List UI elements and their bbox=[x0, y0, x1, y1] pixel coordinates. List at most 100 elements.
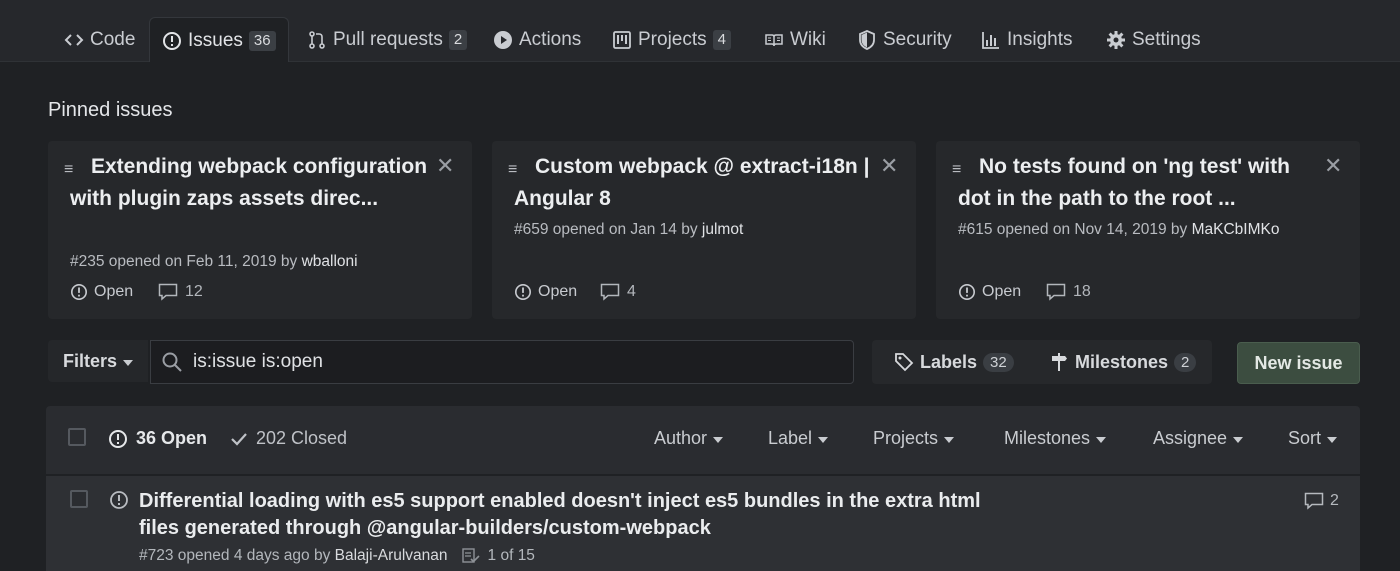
issue-number: #235 bbox=[70, 253, 105, 270]
tab-label: Code bbox=[90, 29, 136, 50]
comment-count[interactable]: 2 bbox=[1304, 492, 1339, 510]
select-all-checkbox[interactable] bbox=[68, 428, 86, 446]
tab-code[interactable]: Code bbox=[64, 17, 135, 63]
milestones-label: Milestones bbox=[1075, 351, 1169, 372]
status-badge: Open bbox=[958, 283, 1021, 301]
issue-author[interactable]: Balaji-Arulvanan bbox=[335, 547, 448, 564]
issue-search-input[interactable]: is:issue is:open bbox=[150, 340, 854, 384]
comment-count-value: 18 bbox=[1073, 283, 1091, 300]
labels-button[interactable]: Labels 32 bbox=[894, 340, 1014, 384]
comment-count-value: 12 bbox=[185, 283, 203, 300]
tag-icon bbox=[895, 353, 914, 372]
tab-settings[interactable]: Settings bbox=[1106, 17, 1201, 63]
chevron-down-icon bbox=[1233, 437, 1244, 443]
comment-icon bbox=[158, 283, 178, 301]
issue-number: #615 bbox=[958, 221, 993, 238]
label-filter-dropdown[interactable]: Label bbox=[768, 428, 829, 449]
filters-dropdown-button[interactable]: Filters bbox=[48, 340, 148, 382]
tab-label: Insights bbox=[1007, 29, 1073, 50]
issue-author[interactable]: wballoni bbox=[302, 253, 358, 270]
shield-icon bbox=[859, 30, 875, 50]
milestones-filter-dropdown[interactable]: Milestones bbox=[1004, 428, 1107, 449]
comment-count[interactable]: 18 bbox=[1046, 283, 1091, 301]
closed-issues-filter[interactable]: 202 Closed bbox=[230, 428, 347, 449]
pull-requests-count-badge: 2 bbox=[448, 30, 468, 50]
filter-label: Label bbox=[768, 428, 813, 448]
labels-count: 32 bbox=[983, 352, 1014, 372]
milestones-button[interactable]: Milestones 2 bbox=[1049, 340, 1197, 384]
comment-count-value: 2 bbox=[1330, 492, 1339, 509]
open-count-label: 36 Open bbox=[136, 428, 208, 448]
projects-count-badge: 4 bbox=[712, 30, 731, 50]
comment-count-value: 4 bbox=[627, 283, 636, 300]
closed-count-label: 202 Closed bbox=[256, 428, 348, 448]
graph-icon bbox=[982, 32, 999, 49]
open-issues-filter[interactable]: 36 Open bbox=[108, 428, 207, 449]
issue-opened-icon bbox=[110, 491, 128, 509]
author-filter-dropdown[interactable]: Author bbox=[654, 428, 724, 449]
code-icon bbox=[64, 34, 84, 46]
play-icon bbox=[494, 31, 512, 49]
new-issue-button[interactable]: New issue bbox=[1237, 342, 1360, 384]
filter-label: Assignee bbox=[1153, 428, 1228, 448]
search-query-value: is:issue is:open bbox=[193, 351, 323, 372]
tab-issues[interactable]: Issues 36 bbox=[149, 17, 289, 63]
issue-opened-icon bbox=[958, 283, 976, 301]
issue-author[interactable]: MaKCbIMKo bbox=[1192, 221, 1280, 238]
chevron-down-icon bbox=[1327, 437, 1338, 443]
assignee-filter-dropdown[interactable]: Assignee bbox=[1153, 428, 1244, 449]
tab-insights[interactable]: Insights bbox=[981, 17, 1072, 63]
tab-security[interactable]: Security bbox=[857, 17, 952, 63]
pinned-issues-heading: Pinned issues bbox=[48, 99, 173, 121]
pinned-issue-title[interactable]: Extending webpack configuration with plu… bbox=[70, 151, 430, 215]
labels-label: Labels bbox=[920, 351, 978, 372]
issue-author[interactable]: julmot bbox=[702, 221, 743, 238]
projects-filter-dropdown[interactable]: Projects bbox=[873, 428, 955, 449]
issues-count-badge: 36 bbox=[248, 30, 276, 51]
chevron-down-icon bbox=[123, 359, 134, 366]
issue-number: #723 bbox=[139, 547, 174, 564]
tab-actions[interactable]: Actions bbox=[493, 17, 581, 63]
project-icon bbox=[613, 31, 631, 49]
unpin-close-icon[interactable]: ✕ bbox=[1324, 153, 1342, 179]
filter-label: Sort bbox=[1288, 428, 1322, 448]
issue-select-checkbox[interactable] bbox=[70, 490, 88, 508]
chevron-down-icon bbox=[818, 437, 829, 443]
comment-icon bbox=[1046, 283, 1066, 301]
opened-text: opened on Nov 14, 2019 by bbox=[996, 221, 1188, 238]
filter-label: Author bbox=[654, 428, 708, 448]
filter-label: Projects bbox=[873, 428, 939, 448]
tab-wiki[interactable]: Wiki bbox=[764, 17, 826, 63]
opened-text: opened 4 days ago by bbox=[177, 547, 331, 564]
tab-label: Actions bbox=[519, 29, 582, 50]
issue-opened-icon bbox=[514, 283, 532, 301]
tab-projects[interactable]: Projects 4 bbox=[612, 17, 731, 63]
chevron-down-icon bbox=[1096, 437, 1107, 443]
pinned-issue-card: ≡ Extending webpack configuration with p… bbox=[48, 141, 472, 319]
status-label: Open bbox=[94, 283, 134, 300]
labels-milestones-group: Labels 32 Milestones 2 bbox=[872, 340, 1212, 384]
milestone-icon bbox=[1052, 353, 1067, 371]
status-label: Open bbox=[538, 283, 578, 300]
comment-count[interactable]: 4 bbox=[600, 283, 636, 301]
unpin-close-icon[interactable]: ✕ bbox=[436, 153, 454, 179]
book-icon bbox=[765, 34, 783, 47]
issue-title-link[interactable]: Differential loading with es5 support en… bbox=[139, 488, 999, 542]
pinned-issue-title[interactable]: No tests found on 'ng test' with dot in … bbox=[958, 151, 1318, 215]
comment-icon bbox=[1304, 492, 1324, 510]
sort-dropdown[interactable]: Sort bbox=[1288, 428, 1338, 449]
tab-label: Security bbox=[883, 29, 952, 50]
status-badge: Open bbox=[70, 283, 133, 301]
git-pull-request-icon bbox=[309, 31, 325, 49]
chevron-down-icon bbox=[713, 437, 724, 443]
tab-label: Projects bbox=[638, 29, 707, 50]
opened-text: opened on Jan 14 by bbox=[552, 221, 698, 238]
status-label: Open bbox=[982, 283, 1022, 300]
pinned-issue-card: ≡ Custom webpack @ extract-i18n | Angula… bbox=[492, 141, 916, 319]
tab-label: Settings bbox=[1132, 29, 1201, 50]
comment-count[interactable]: 12 bbox=[158, 283, 203, 301]
search-icon bbox=[162, 352, 182, 372]
tab-pull-requests[interactable]: Pull requests 2 bbox=[307, 17, 468, 63]
unpin-close-icon[interactable]: ✕ bbox=[880, 153, 898, 179]
pinned-issue-title[interactable]: Custom webpack @ extract-i18n | Angular … bbox=[514, 151, 874, 215]
